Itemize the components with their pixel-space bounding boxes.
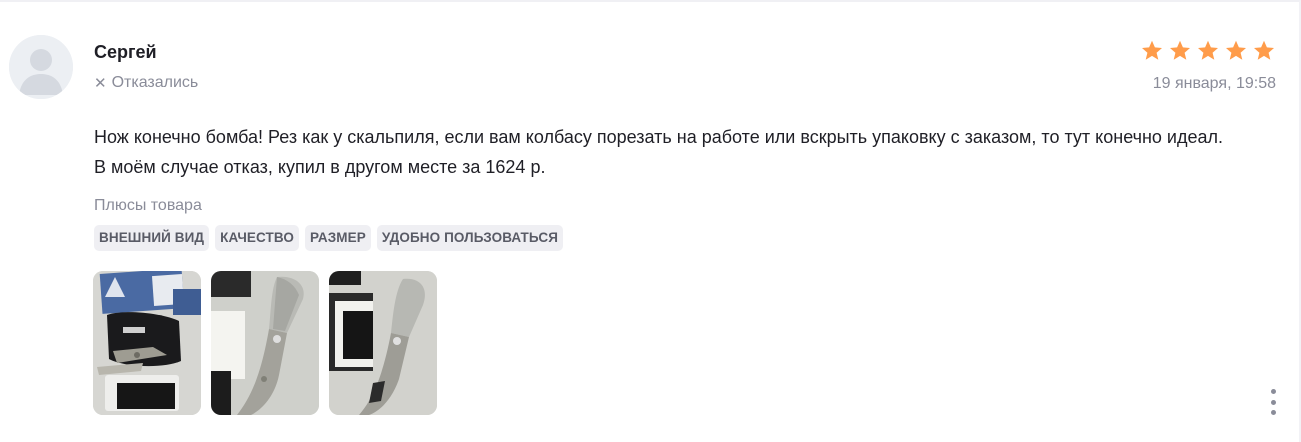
pros-tag: УДОБНО ПОЛЬЗОВАТЬСЯ: [376, 225, 564, 251]
review-date: 19 января, 19:58: [1152, 75, 1276, 92]
pros-tag: РАЗМЕР: [304, 225, 371, 251]
more-vertical-icon: [1270, 389, 1276, 394]
open-knife-photo: [211, 271, 319, 415]
author-name: Сергей: [94, 42, 157, 62]
review-photo[interactable]: [211, 271, 319, 415]
open-knife-photo: [329, 271, 437, 415]
star-icon: [1142, 40, 1162, 60]
star-icon: [1226, 40, 1246, 60]
review-photos: [93, 271, 437, 415]
star-icon: [1254, 40, 1274, 60]
pros-tag: ВНЕШНИЙ ВИД: [94, 225, 210, 251]
star-icon: [1198, 40, 1218, 60]
close-icon: ✕: [94, 74, 107, 92]
review-photo[interactable]: [329, 271, 437, 415]
review-text: Нож конечно бомба! Рез как у скальпиля, …: [94, 127, 1224, 177]
review-photo[interactable]: [93, 271, 201, 415]
pros-tags: ВНЕШНИЙ ВИД КАЧЕСТВО РАЗМЕР УДОБНО ПОЛЬЗ…: [94, 225, 564, 251]
pros-label: Плюсы товара: [94, 197, 202, 214]
user-placeholder-icon: [9, 35, 73, 99]
pros-tag: КАЧЕСТВО: [215, 225, 299, 251]
more-options-button[interactable]: [1267, 389, 1279, 415]
order-status-text: Отказались: [111, 74, 199, 91]
review-card: Сергей ✕ Отказались 19 января, 19:58 Нож…: [0, 0, 1301, 442]
order-status: ✕ Отказались: [94, 74, 198, 92]
rating-stars: [1140, 39, 1276, 63]
avatar[interactable]: [9, 35, 73, 99]
knife-package-photo: [93, 271, 201, 415]
star-icon: [1170, 40, 1190, 60]
